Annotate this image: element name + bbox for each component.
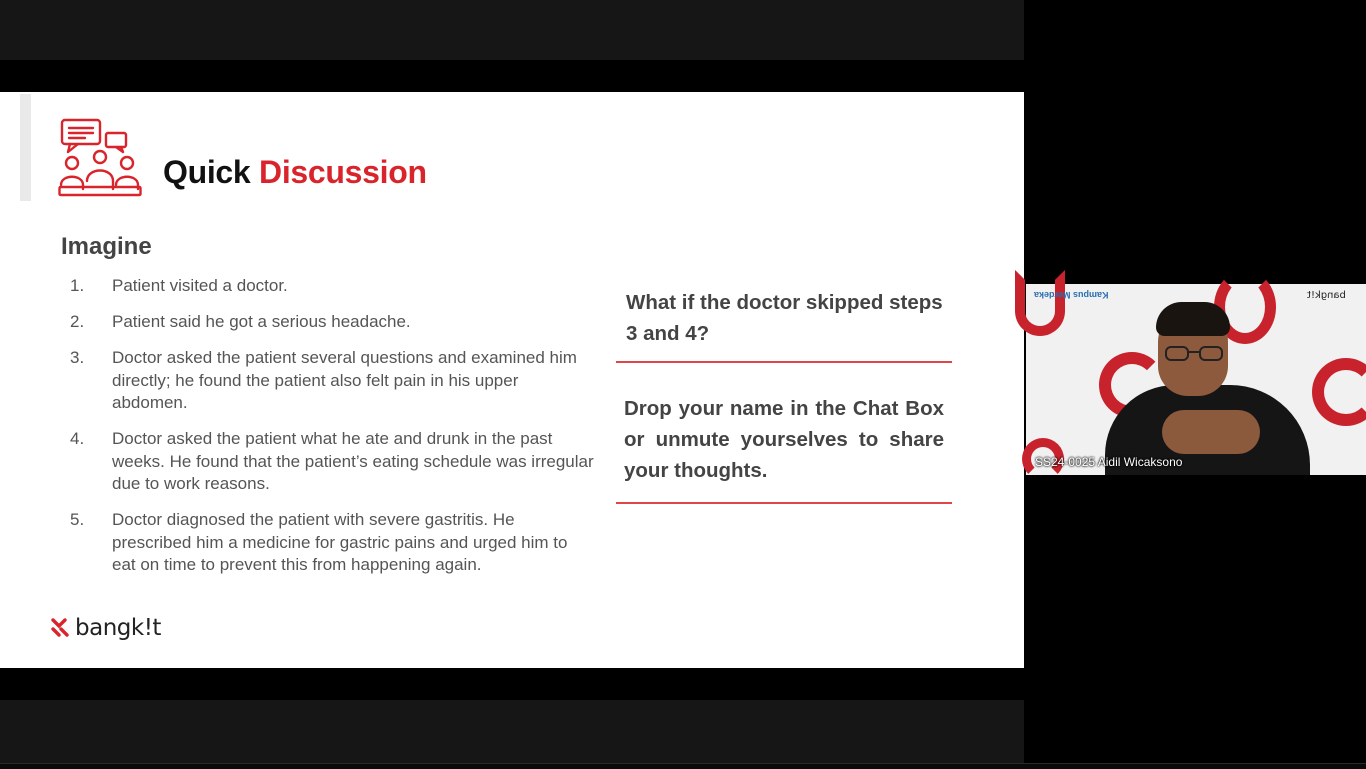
- step-number: 1.: [70, 276, 85, 295]
- meeting-bottom-band: [0, 700, 1024, 763]
- step-number: 4.: [70, 429, 85, 448]
- list-item: 2. Patient said he got a serious headach…: [70, 311, 595, 334]
- step-text: Doctor asked the patient what he ate and…: [112, 429, 594, 493]
- divider: [616, 361, 952, 363]
- list-item: 1. Patient visited a doctor.: [70, 275, 595, 298]
- step-number: 3.: [70, 348, 85, 367]
- bangkit-logo: bangk!t: [50, 615, 161, 641]
- discussion-question: What if the doctor skipped steps 3 and 4…: [626, 291, 943, 345]
- background-ring-shape: [1015, 270, 1065, 336]
- discussion-instruction: Drop your name in the Chat Box or unmute…: [624, 397, 944, 482]
- bangkit-background-logo: bangk!t: [1307, 290, 1346, 301]
- shared-slide: Quick Discussion Imagine 1. Patient visi…: [0, 92, 1024, 668]
- step-text: Doctor asked the patient several questio…: [112, 348, 577, 412]
- title-accent: Discussion: [259, 154, 427, 190]
- list-item: 5. Doctor diagnosed the patient with sev…: [70, 509, 595, 577]
- title-main: Quick: [163, 154, 251, 190]
- meeting-bottom-edge: [0, 763, 1366, 769]
- meeting-top-band: [0, 0, 1024, 60]
- divider: [616, 502, 952, 504]
- step-text: Doctor diagnosed the patient with severe…: [112, 510, 568, 574]
- participant-name-label: SS24-0025 Aidil Wicaksono: [1035, 455, 1183, 469]
- step-text: Patient said he got a serious headache.: [112, 312, 411, 331]
- participant-hands: [1162, 410, 1260, 454]
- participant-hair: [1156, 302, 1230, 336]
- list-item: 4. Doctor asked the patient what he ate …: [70, 428, 595, 496]
- step-number: 5.: [70, 510, 85, 529]
- steps-list: 1. Patient visited a doctor. 2. Patient …: [70, 275, 595, 590]
- step-number: 2.: [70, 312, 85, 331]
- discussion-group-icon: [58, 118, 142, 197]
- bangkit-logo-mark-icon: [51, 618, 69, 637]
- list-item: 3. Doctor asked the patient several ques…: [70, 347, 595, 415]
- bangkit-logo-text: bangk!t: [75, 615, 161, 641]
- step-text: Patient visited a doctor.: [112, 276, 288, 295]
- kampus-merdeka-logo: Kampus Merdeka: [1034, 290, 1109, 300]
- slide-side-bar: [20, 94, 31, 201]
- glasses-icon: [1165, 346, 1223, 361]
- section-heading: Imagine: [61, 233, 152, 260]
- discussion-prompt-box: What if the doctor skipped steps 3 and 4…: [616, 285, 952, 504]
- slide-title: Quick Discussion: [163, 154, 427, 191]
